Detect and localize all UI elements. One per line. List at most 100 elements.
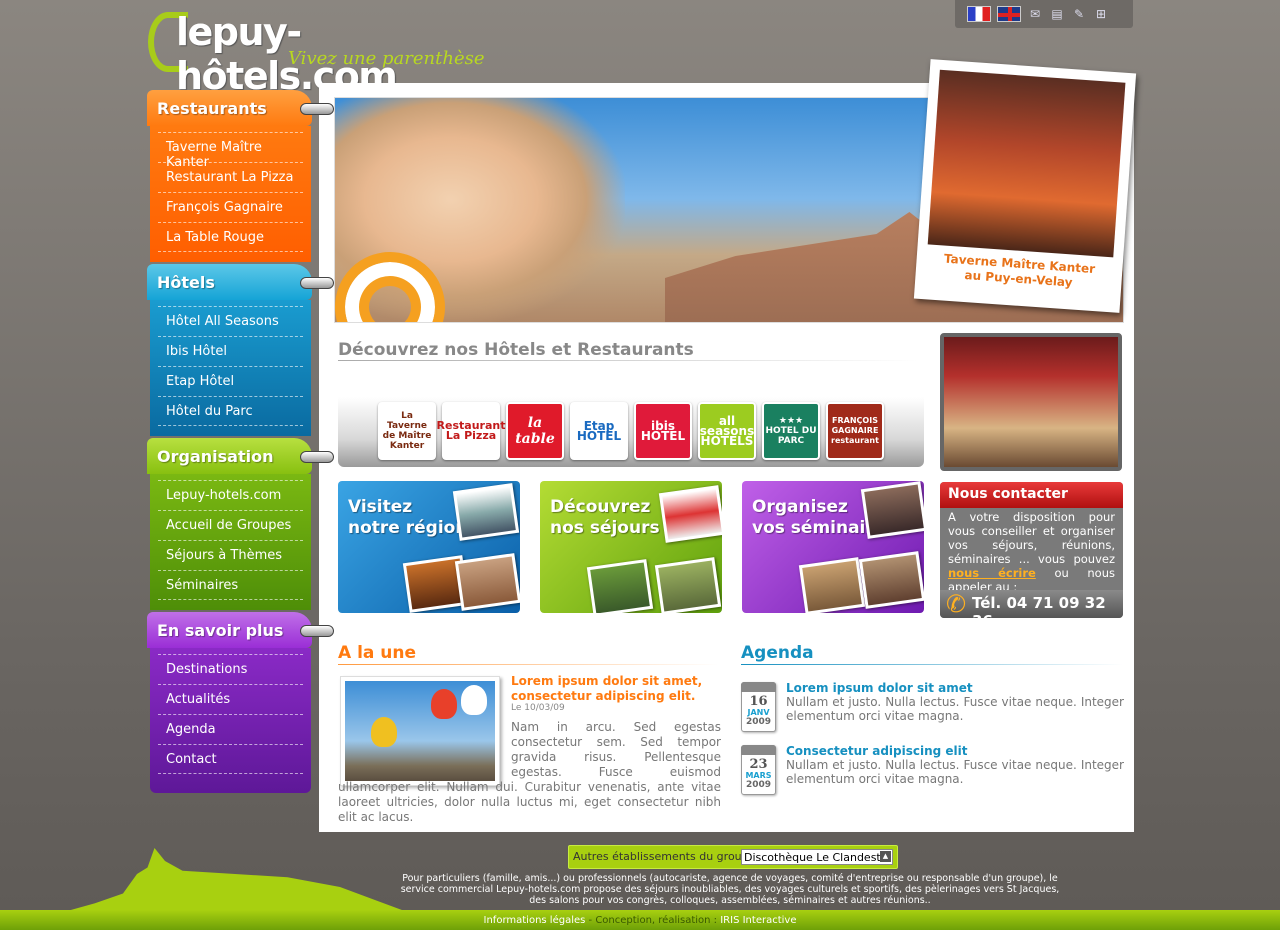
event-text: Nullam et justo. Nulla lectus. Fusce vit…: [786, 758, 1124, 786]
credit-text: Conception, réalisation :: [595, 915, 721, 926]
mountain-silhouette: [60, 848, 410, 913]
write-us-link[interactable]: nous écrire: [948, 566, 1036, 580]
establishment-select[interactable]: Discothèque Le Clandestin: [741, 849, 893, 865]
other-label: Autres établissements du groupe: [573, 850, 756, 863]
promo-organisez-seminaires[interactable]: Organisez vos séminaires: [742, 481, 924, 613]
nav-item-contact[interactable]: Contact: [158, 744, 303, 774]
discover-title: Découvrez nos Hôtels et Restaurants: [338, 340, 694, 360]
phone-icon: ✆: [946, 590, 967, 618]
phone-bar: ✆Tél. 04 71 09 32 36: [940, 590, 1123, 618]
text-wrap-spacer: [338, 720, 511, 780]
site-logo[interactable]: lepuy-hôtels.com Vivez une parenthèse: [148, 8, 508, 98]
logo-gagnaire[interactable]: FRANÇOIS GAGNAIRE restaurant: [826, 402, 884, 460]
paperclip-icon: [300, 625, 334, 637]
nav-item-ibis[interactable]: Ibis Hôtel: [158, 336, 303, 366]
agency-link[interactable]: IRIS Interactive: [720, 915, 796, 926]
footer-description: Pour particuliers (famille, amis...) ou …: [400, 873, 1060, 906]
divider: [741, 664, 1123, 665]
nav-item-accueil-groupes[interactable]: Accueil de Groupes: [158, 510, 303, 540]
mail-icon[interactable]: ✉: [1027, 7, 1043, 21]
une-article-date: Le 10/03/09: [511, 703, 565, 713]
contact-text-before: A votre disposition pour vous conseiller…: [948, 510, 1115, 566]
flag-fr-icon[interactable]: [967, 6, 991, 22]
nav-organisation: Lepuy-hotels.com Accueil de Groupes Séjo…: [150, 474, 311, 610]
contact-box: Nous contacter A votre disposition pour …: [940, 482, 1123, 618]
une-heading: A la une: [338, 643, 417, 663]
nav-item-seminaires[interactable]: Séminaires: [158, 570, 303, 600]
logo-all-seasons[interactable]: all seasons HOTELS: [698, 402, 756, 460]
nav-item-agenda[interactable]: Agenda: [158, 714, 303, 744]
print-icon[interactable]: ▤: [1049, 7, 1065, 21]
balloon-shape: [431, 689, 457, 719]
event-year: 2009: [745, 717, 772, 727]
nav-header-restaurants[interactable]: Restaurants: [147, 90, 312, 126]
nav-header-organisation[interactable]: Organisation: [147, 438, 312, 474]
featured-polaroid[interactable]: Taverne Maître Kanter au Puy-en-Velay: [913, 59, 1137, 313]
logo-maitre-kanter[interactable]: La Taverne de Maître Kanter: [378, 402, 436, 460]
nav-restaurants: Taverne Maître Kanter Restaurant La Pizz…: [150, 126, 311, 262]
nav-savoir-plus: Destinations Actualités Agenda Contact: [150, 648, 311, 793]
nav-item-sejours-themes[interactable]: Séjours à Thèmes: [158, 540, 303, 570]
promo-photo: [798, 557, 866, 613]
divider: [338, 360, 918, 361]
contact-text: A votre disposition pour vous conseiller…: [940, 508, 1123, 596]
flag-uk-icon[interactable]: [997, 6, 1021, 22]
nav-item-taverne[interactable]: Taverne Maître Kanter: [158, 132, 303, 170]
paperclip-icon: [300, 451, 334, 463]
agenda-heading: Agenda: [741, 643, 814, 663]
nav-item-etap[interactable]: Etap Hôtel: [158, 366, 303, 396]
promo-decouvrez-sejours[interactable]: Découvrez nos séjours: [540, 481, 722, 613]
promo-photo: [452, 483, 520, 541]
logo-hotel-parc[interactable]: ★★★ HOTEL DU PARC: [762, 402, 820, 460]
logo-la-pizza[interactable]: Restaurant La Pizza: [437, 402, 505, 460]
phone-number: Tél. 04 71 09 32 36: [972, 594, 1106, 618]
event-day: 16: [749, 694, 768, 709]
other-establishments: Autres établissements du groupe Discothè…: [568, 845, 898, 869]
nav-header-hotels[interactable]: Hôtels: [147, 264, 312, 300]
nav-hotels: Hôtel All Seasons Ibis Hôtel Etap Hôtel …: [150, 300, 311, 436]
logo-ibis[interactable]: ibis HOTEL: [634, 402, 692, 460]
promo-visitez-region[interactable]: Visitez notre région: [338, 481, 520, 613]
promo-photo: [586, 559, 654, 613]
contact-title: Nous contacter: [940, 482, 1123, 508]
top-toolbar: ✉ ▤ ✎ ⊞: [955, 0, 1133, 28]
promo-photo: [454, 553, 520, 611]
market-photo[interactable]: [940, 333, 1122, 471]
une-article-body: Nam in arcu. Sed egestas consectetur sem…: [338, 720, 721, 825]
nav-item-lepuy-hotels[interactable]: Lepuy-hotels.com: [158, 480, 303, 510]
logo-la-table[interactable]: la table: [506, 402, 564, 460]
divider: [338, 664, 718, 665]
nav-item-actualites[interactable]: Actualités: [158, 684, 303, 714]
nav-item-destinations[interactable]: Destinations: [158, 654, 303, 684]
sitemap-icon[interactable]: ⊞: [1093, 7, 1109, 21]
event-month: JANV: [747, 708, 770, 717]
nav-item-table-rouge[interactable]: La Table Rouge: [158, 222, 303, 252]
legal-link[interactable]: Informations légales: [484, 915, 586, 926]
promo-photo: [860, 481, 924, 539]
une-article-title[interactable]: Lorem ipsum dolor sit amet, consectetur …: [511, 674, 721, 704]
nav-item-gagnaire[interactable]: François Gagnaire: [158, 192, 303, 222]
polaroid-caption: Taverne Maître Kanter au Puy-en-Velay: [925, 250, 1113, 293]
event-month: MARS: [745, 771, 772, 780]
event-title[interactable]: Lorem ipsum dolor sit amet: [786, 681, 973, 695]
calendar-icon: 16 JANV 2009: [741, 682, 776, 732]
promo-photo: [658, 485, 722, 543]
event-title[interactable]: Consectetur adipiscing elit: [786, 744, 968, 758]
chevron-up-icon[interactable]: ▲: [880, 851, 891, 862]
promo-photo: [654, 557, 722, 613]
nav-header-savoir-plus[interactable]: En savoir plus: [147, 612, 312, 648]
nav-item-hotel-parc[interactable]: Hôtel du Parc: [158, 396, 303, 426]
logo-etap[interactable]: Etap HOTEL: [570, 402, 628, 460]
nav-item-all-seasons[interactable]: Hôtel All Seasons: [158, 306, 303, 336]
paperclip-icon: [300, 103, 334, 115]
event-day: 23: [749, 757, 768, 772]
bookmark-icon[interactable]: ✎: [1071, 7, 1087, 21]
event-text: Nullam et justo. Nulla lectus. Fusce vit…: [786, 695, 1124, 723]
calendar-icon: 23 MARS 2009: [741, 745, 776, 795]
balloon-shape: [461, 685, 487, 715]
event-year: 2009: [745, 780, 772, 790]
paperclip-icon: [300, 277, 334, 289]
partner-logos: La Taverne de Maître Kanter Restaurant L…: [338, 397, 924, 467]
logo-tagline: Vivez une parenthèse: [288, 48, 485, 69]
taverne-photo: [927, 69, 1126, 258]
